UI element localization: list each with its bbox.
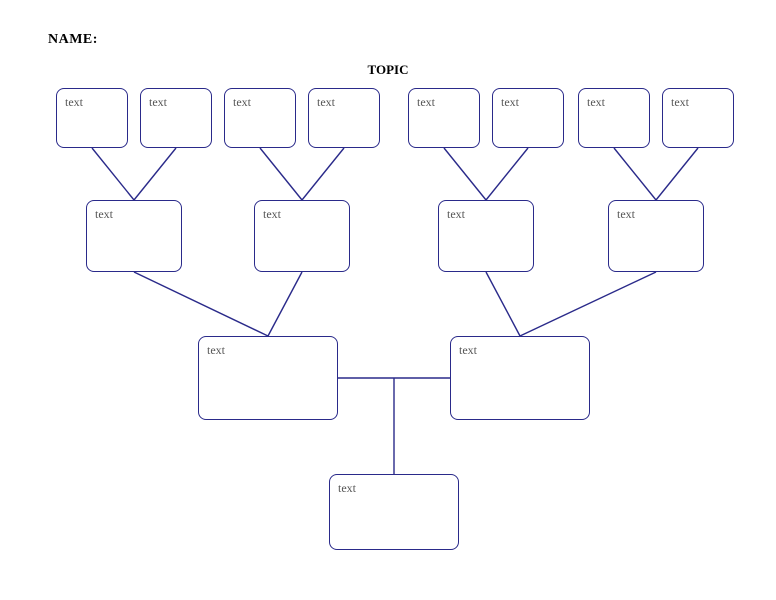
node-r1-7: text: [578, 88, 650, 148]
node-r1-2: text: [140, 88, 212, 148]
node-r2-2: text: [254, 200, 350, 272]
node-text: text: [338, 481, 356, 495]
node-text: text: [207, 343, 225, 357]
node-r1-8: text: [662, 88, 734, 148]
node-text: text: [671, 95, 689, 109]
node-text: text: [317, 95, 335, 109]
node-text: text: [447, 207, 465, 221]
node-text: text: [617, 207, 635, 221]
node-text: text: [95, 207, 113, 221]
node-text: text: [417, 95, 435, 109]
node-r4-1: text: [329, 474, 459, 550]
node-text: text: [65, 95, 83, 109]
node-r2-3: text: [438, 200, 534, 272]
node-r2-4: text: [608, 200, 704, 272]
node-text: text: [501, 95, 519, 109]
node-r1-5: text: [408, 88, 480, 148]
node-r2-1: text: [86, 200, 182, 272]
node-r3-2: text: [450, 336, 590, 420]
node-text: text: [587, 95, 605, 109]
node-r1-6: text: [492, 88, 564, 148]
node-r1-3: text: [224, 88, 296, 148]
tree-diagram: NAME: TOPIC text text text text text tex…: [0, 0, 776, 600]
node-r3-1: text: [198, 336, 338, 420]
node-r1-1: text: [56, 88, 128, 148]
node-r1-4: text: [308, 88, 380, 148]
node-text: text: [459, 343, 477, 357]
node-text: text: [149, 95, 167, 109]
node-text: text: [233, 95, 251, 109]
node-text: text: [263, 207, 281, 221]
